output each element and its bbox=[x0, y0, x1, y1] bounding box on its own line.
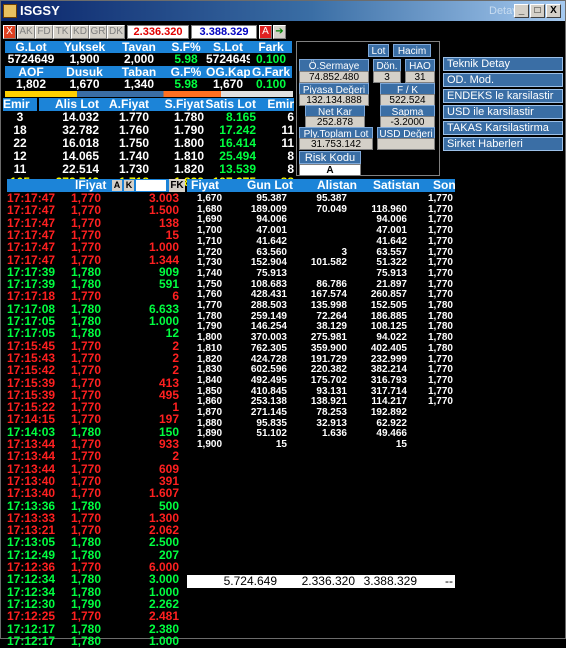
summary-value-1-1: 1,670 bbox=[57, 78, 112, 91]
risk-kodu-label: Risk Kodu bbox=[299, 151, 361, 164]
total-alistan: 2.336.320 bbox=[301, 574, 355, 588]
summary-value-1-3: 5.98 bbox=[166, 78, 206, 91]
summary-value-1-5: 0.100 bbox=[250, 78, 292, 91]
app-icon bbox=[3, 4, 17, 18]
window-title: ISGSY bbox=[20, 3, 60, 18]
minimize-button[interactable]: _ bbox=[514, 4, 529, 18]
trades-filter-input[interactable] bbox=[136, 180, 166, 191]
trade-row[interactable]: 17:12:17 1,780 1.000 bbox=[7, 633, 179, 648]
ak-button[interactable]: AK bbox=[17, 25, 35, 39]
menu-usd-karsilastir[interactable]: USD ile karsilastir bbox=[443, 105, 563, 119]
price-col-satistan[interactable]: Satistan bbox=[373, 179, 420, 192]
hao-value: 31 bbox=[405, 71, 435, 83]
title-bar[interactable]: ISGSY Detay _ □ X bbox=[1, 1, 565, 21]
summary-value-1-4: 1,670 bbox=[206, 78, 250, 91]
risk-kodu-value: A bbox=[299, 164, 361, 176]
price-table-header: Fiyat Gun Lot Alistan Satistan Son bbox=[187, 179, 456, 192]
info-panel: Lot Hacim Ö.Sermaye 74.852.480 Dön. 3 HA… bbox=[296, 41, 440, 176]
maximize-button[interactable]: □ bbox=[530, 4, 545, 18]
lot-tab[interactable]: Lot bbox=[368, 44, 389, 57]
ply-toplam-lot-value: 31.753.142 bbox=[299, 138, 373, 150]
trade-lot: 1.000 bbox=[148, 633, 179, 648]
price-col-fiyat[interactable]: Fiyat bbox=[191, 179, 219, 192]
odenmis-sermaye-value: 74.852.480 bbox=[299, 71, 369, 83]
alert-button[interactable]: A bbox=[259, 25, 272, 39]
summary-value-1-0: 1,802 bbox=[5, 78, 57, 91]
price-col-alistan[interactable]: Alistan bbox=[317, 179, 357, 192]
gr-button[interactable]: GR bbox=[89, 25, 107, 39]
menu-teknik-detay[interactable]: Teknik Detay bbox=[443, 57, 563, 71]
menu-endeks-karsilastir[interactable]: ENDEKS le karsilastir bbox=[443, 89, 563, 103]
summary-value-1-2: 1,340 bbox=[112, 78, 166, 91]
trade-price: 1,780 bbox=[71, 633, 102, 648]
app-window: ISGSY Detay _ □ X X AK FD TK KD GR DK 2.… bbox=[0, 0, 566, 647]
arrow-right-icon[interactable]: ➔ bbox=[273, 25, 286, 39]
buy-total-box: 2.336.320 bbox=[127, 25, 189, 39]
menu-sirket-haberleri[interactable]: Sirket Haberleri bbox=[443, 137, 563, 151]
fd-button[interactable]: FD bbox=[35, 25, 53, 39]
tk-button[interactable]: TK bbox=[53, 25, 71, 39]
price-cell bbox=[395, 438, 453, 451]
price-col-son[interactable]: Son bbox=[433, 179, 456, 192]
price-cell: 15 bbox=[275, 439, 287, 451]
total-satistan: 3.388.329 bbox=[363, 574, 417, 588]
menu-takas-karsilastirma[interactable]: TAKAS Karsilastirma bbox=[443, 121, 563, 135]
usd-degeri-value bbox=[377, 138, 435, 150]
kd-button[interactable]: KD bbox=[71, 25, 89, 39]
hacim-tab[interactable]: Hacim bbox=[393, 44, 431, 57]
price-col-gunlot[interactable]: Gun Lot bbox=[247, 179, 293, 192]
total-son: -- bbox=[445, 574, 453, 588]
trades-k-button[interactable]: K bbox=[124, 180, 134, 191]
total-gunlot: 5.724.649 bbox=[223, 574, 277, 588]
trade-time: 17:12:17 bbox=[7, 633, 56, 648]
sell-total-box: 3.388.329 bbox=[191, 25, 257, 39]
close-button[interactable]: X bbox=[546, 4, 561, 18]
trades-a-button[interactable]: A bbox=[112, 180, 122, 191]
donem-value: 3 bbox=[373, 71, 401, 83]
price-cell: 1,900 bbox=[197, 439, 223, 451]
dk-button[interactable]: DK bbox=[107, 25, 125, 39]
menu-od-mod[interactable]: OD. Mod. bbox=[443, 73, 563, 87]
totals-bar: 5.724.649 2.336.320 3.388.329 -- bbox=[187, 575, 455, 588]
close-tab-button[interactable]: X bbox=[3, 25, 16, 39]
price-cell bbox=[289, 438, 347, 451]
